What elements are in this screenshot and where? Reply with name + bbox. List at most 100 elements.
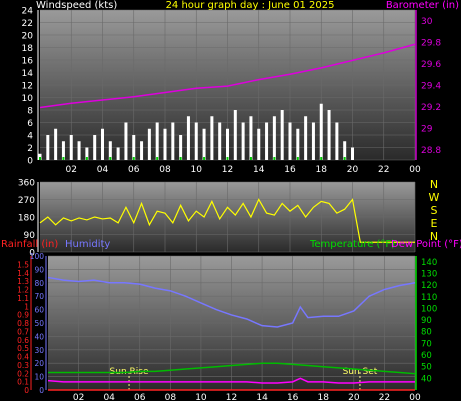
rainfall-y-tick-label: 0 <box>24 386 29 395</box>
compass-labels: NWSEN <box>429 178 440 243</box>
wind-y-tick-label: 16 <box>22 57 34 67</box>
climate-x-tick-label: 00 <box>409 393 421 401</box>
compass-label: E <box>431 217 438 230</box>
wind-x-tick-label: 20 <box>347 165 359 175</box>
wind-gust-mark <box>132 157 135 160</box>
humidity-y-tick-label: 40 <box>34 332 44 341</box>
barometer-y-tick-label: 29.4 <box>421 82 441 92</box>
wind-bar <box>179 135 183 160</box>
wind-bar <box>351 147 354 160</box>
climate-x-tick-label: 16 <box>287 393 299 401</box>
wind-x-tick-label: 14 <box>253 165 265 175</box>
rainfall-y-tick-label: 0.4 <box>17 353 29 362</box>
wind-bar <box>140 141 144 160</box>
rainfall-y-ticks: 00.10.20.30.40.50.60.70.80.911.11.21.31.… <box>17 260 29 395</box>
graph-title: 24 hour graph day : June 01 2025 <box>166 0 335 11</box>
wind-axis-label: Windspeed (kts) <box>36 0 117 11</box>
rainfall-y-tick-label: 1.1 <box>17 294 29 303</box>
humidity-y-tick-label: 70 <box>34 292 44 301</box>
wind-gust-mark <box>273 157 276 160</box>
wind-gust-mark <box>156 157 159 160</box>
wind-bar <box>116 147 120 160</box>
rainfall-y-tick-label: 0.6 <box>17 336 29 345</box>
weather-graph-svg: 024681012141618202224 28.82929.229.429.6… <box>1 0 461 401</box>
wind-y-tick-label: 18 <box>22 44 34 54</box>
wind-x-tick-label: 08 <box>159 165 171 175</box>
temperature-y-tick-label: 50 <box>421 363 432 373</box>
wind-gust-mark <box>85 157 88 160</box>
rainfall-y-tick-label: 0.1 <box>17 378 29 387</box>
wind-bar <box>186 116 190 160</box>
climate-x-tick-label: 02 <box>73 393 84 401</box>
temperature-y-tick-label: 80 <box>421 328 432 338</box>
climate-x-tick-label: 12 <box>226 393 237 401</box>
wind-gust-mark <box>203 157 206 160</box>
rainfall-y-tick-label: 0.2 <box>17 369 29 378</box>
wind-bar <box>249 116 253 160</box>
wind-bar <box>288 122 292 160</box>
wind-bar <box>265 122 269 160</box>
temperature-y-tick-label: 100 <box>421 304 437 314</box>
wind-gust-mark <box>296 157 299 160</box>
temperature-y-tick-label: 90 <box>421 316 432 326</box>
wind-bar <box>241 122 245 160</box>
climate-x-tick-label: 04 <box>103 393 115 401</box>
wind-x-tick-label: 18 <box>316 165 328 175</box>
wind-gust-mark <box>249 157 252 160</box>
rainfall-y-tick-label: 1.2 <box>17 286 29 295</box>
wind-bar <box>296 128 300 160</box>
temperature-y-tick-label: 60 <box>421 351 432 361</box>
climate-x-tick-label: 10 <box>195 393 207 401</box>
wind-x-tick-label: 12 <box>222 165 233 175</box>
barometer-y-ticks: 28.8 29 29.2 29.4 29.6 29.8 30 <box>421 17 441 156</box>
wind-gust-mark <box>226 157 229 160</box>
wind-y-tick-label: 24 <box>22 7 34 17</box>
wind-bar <box>280 110 284 160</box>
wind-y-tick-label: 22 <box>22 19 33 29</box>
wind-y-tick-label: 2 <box>27 144 33 154</box>
rainfall-y-tick-label: 0.7 <box>17 327 29 336</box>
wind-bar <box>77 141 81 160</box>
wind-bar <box>124 122 128 160</box>
temperature-y-tick-label: 110 <box>421 293 437 303</box>
compass-label: W <box>429 191 440 204</box>
wind-x-tick-label: 00 <box>409 165 421 175</box>
rainfall-y-tick-label: 1.3 <box>17 277 29 286</box>
wind-bar <box>218 122 222 160</box>
humidity-y-tick-label: 90 <box>34 265 44 274</box>
dewpoint-label: Dew Point (°F) <box>391 239 461 250</box>
humidity-y-tick-label: 10 <box>34 373 44 382</box>
wind-bar <box>257 128 261 160</box>
wind-gust-mark <box>320 157 323 160</box>
humidity-y-ticks: 0 10 20 30 40 50 60 70 80 90 100 <box>30 252 45 395</box>
temperature-y-ticks: 4050 60 7080 90 100110 120 130140 <box>421 258 437 385</box>
wind-x-tick-label: 04 <box>97 165 109 175</box>
temperature-label: Temperature (°F) <box>309 239 395 250</box>
barometer-y-tick-label: 29.6 <box>421 60 441 70</box>
wind-y-tick-label: 10 <box>22 94 34 104</box>
barometer-y-tick-label: 28.8 <box>421 146 441 156</box>
rainfall-y-tick-label: 0.5 <box>17 344 29 353</box>
compass-label: N <box>430 178 438 191</box>
wind-bar <box>194 122 198 160</box>
rainfall-y-tick-label: 1.4 <box>17 269 29 278</box>
wind-y-tick-label: 0 <box>27 157 33 167</box>
rainfall-y-tick-label: 1 <box>24 302 29 311</box>
barometer-y-tick-label: 29 <box>421 124 433 134</box>
climate-x-tick-label: 14 <box>256 393 268 401</box>
humidity-y-tick-label: 50 <box>34 319 44 328</box>
wind-gust-mark <box>343 157 346 160</box>
wind-y-tick-label: 12 <box>22 82 33 92</box>
barometer-y-tick-label: 30 <box>421 17 433 27</box>
rainfall-y-tick-label: 0.8 <box>17 319 29 328</box>
wind-bar <box>93 135 97 160</box>
temperature-y-tick-label: 70 <box>421 339 432 349</box>
temperature-y-tick-label: 40 <box>421 374 432 384</box>
wind-bar <box>226 128 229 160</box>
humidity-y-tick-label: 80 <box>34 279 44 288</box>
wind-bar <box>132 135 136 160</box>
climate-x-tick-label: 18 <box>318 393 330 401</box>
wind-bar <box>304 116 308 160</box>
wind-x-tick-label: 16 <box>284 165 296 175</box>
wind-x-tick-label: 10 <box>191 165 203 175</box>
